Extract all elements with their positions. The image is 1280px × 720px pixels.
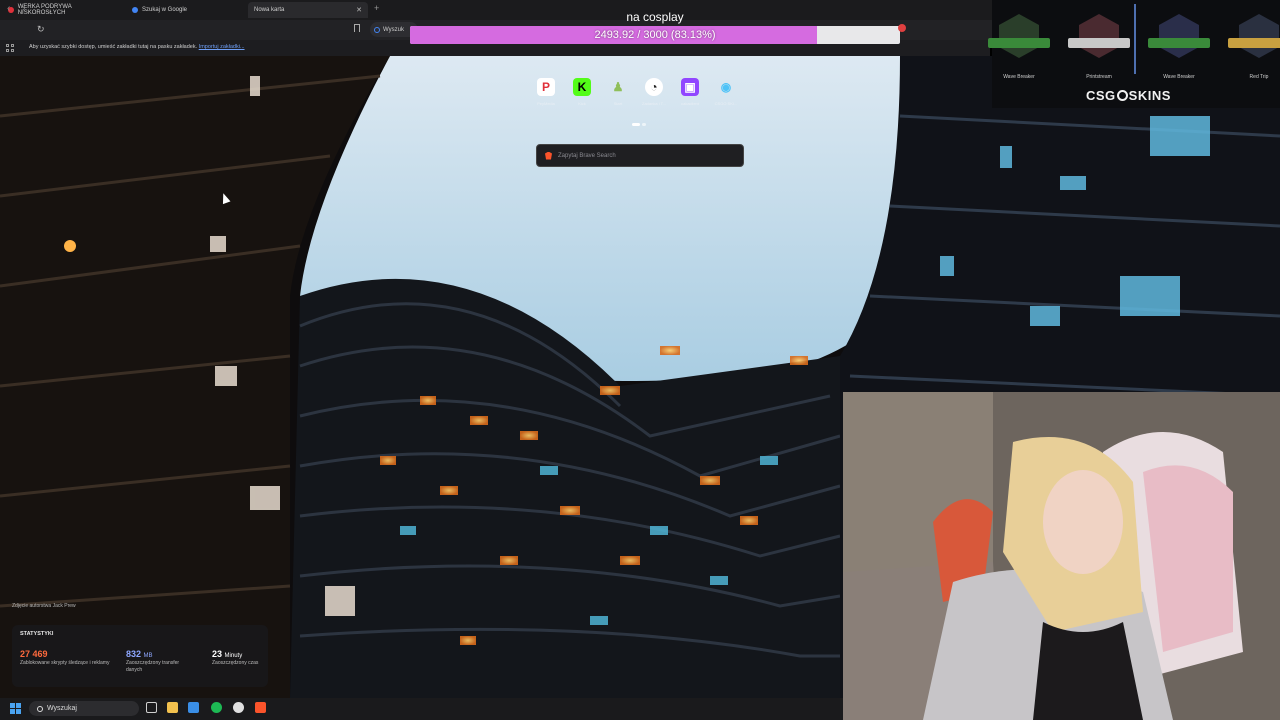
stat-bandwidth-saved: 832 MB Zaoszczędzony transfer danych (126, 649, 196, 674)
tab-new-tab[interactable]: Nowa karta ✕ (248, 2, 368, 18)
plus-icon[interactable]: + (374, 3, 379, 13)
logo-gear-icon (1116, 90, 1128, 101)
brave-icon[interactable] (255, 702, 266, 713)
close-tab-icon[interactable]: ✕ (356, 6, 362, 14)
address-bar-text: Wyszuk (383, 26, 404, 33)
windows-start-icon[interactable] (10, 703, 21, 714)
shortcut-twitch[interactable]: ▣ cakaclient (678, 78, 702, 106)
stat-value: 23 Minuty (212, 649, 243, 659)
skin-hex-frame (1079, 14, 1119, 58)
taskbar-search-label: Wyszukaj (47, 705, 77, 712)
webcam-feed (843, 392, 1280, 720)
shortcut-label: Zadanka i T... (642, 101, 666, 106)
stat-label: Zablokowane skrypty śledzące i reklamy (20, 660, 110, 666)
skin-hex-frame (999, 14, 1039, 58)
bookmark-icon[interactable] (354, 24, 360, 32)
skins-divider (1134, 4, 1136, 74)
webcam-image (843, 392, 1280, 720)
shortcut-zadanka[interactable]: ◔ Zadanka i T... (642, 78, 666, 106)
shortcut-label: CSGO SKI... (714, 101, 738, 106)
shortcut-peymedia[interactable]: P PeyMedia (534, 78, 558, 106)
stat-label: Zaoszczędzony czas (212, 660, 259, 666)
stat-value: 27 469 (20, 649, 48, 659)
skin-hex-frame (1239, 14, 1279, 58)
import-bookmarks-link[interactable]: Importuj zakładki... (199, 44, 245, 50)
skin-card: Printstream (1064, 14, 1134, 80)
shortcut-start[interactable]: ♟ Start (606, 78, 630, 106)
shortcut-label: Kick (578, 101, 586, 106)
search-placeholder: Zapytaj Brave Search (558, 152, 616, 159)
notification-dot-icon (898, 24, 906, 32)
csgoskins-overlay: Wave Breaker Printstream Wave Breaker Re… (988, 0, 1280, 108)
shortcut-label: PeyMedia (537, 101, 555, 106)
skin-name: Wave Breaker (1003, 74, 1035, 80)
shortcuts-pager[interactable] (632, 123, 646, 126)
back-icon[interactable]: ‹ (7, 3, 10, 14)
p90-gun-icon (988, 38, 1050, 48)
tab-title: Szukaj w Google (142, 7, 188, 13)
spotify-icon[interactable] (211, 702, 222, 713)
stat-value: 832 MB (126, 649, 153, 659)
awp-gun-icon (1068, 38, 1130, 48)
stat-label: Zaoszczędzony transfer danych (126, 660, 180, 673)
goal-progress-bar: 2493.92 / 3000 (83.13%) (410, 26, 900, 44)
skin-name: Red Trip (1249, 74, 1269, 80)
skin-card: Wave Breaker (1144, 14, 1214, 80)
photo-credit[interactable]: Zdjęcie autorstwa Jack Prew (12, 603, 76, 609)
bookmarks-hint: Aby uzyskać szybki dostęp, umieść zakład… (29, 44, 245, 50)
csgoskins-icon: ◉ (720, 80, 732, 94)
apps-grid-icon[interactable] (6, 44, 14, 52)
shortcut-label: cakaclient (681, 101, 699, 106)
tab-title: Nowa karta (254, 7, 285, 13)
tab-title: WERKA PODRYWA NISKOROSŁYCH (17, 4, 72, 16)
file-explorer-icon[interactable] (167, 702, 178, 713)
store-icon[interactable] (188, 702, 199, 713)
google-favicon-icon (132, 7, 138, 13)
chrome-icon[interactable] (233, 702, 244, 713)
tab-google[interactable]: Szukaj w Google (126, 2, 246, 18)
kick-icon: K (573, 78, 591, 96)
p90-gun-icon (1228, 38, 1280, 48)
taskbar-search[interactable]: Wyszukaj (29, 701, 139, 716)
p90-gun-icon (1148, 38, 1210, 48)
search-icon (37, 705, 43, 712)
skin-card: Red Trip (1224, 14, 1280, 80)
clock-icon: ◔ (645, 78, 663, 96)
skin-card: Wave Breaker (984, 14, 1054, 80)
twitch-icon: ▣ (681, 78, 699, 96)
reload-icon[interactable]: ↻ (37, 24, 45, 35)
stats-title: STATYSTYKI (20, 631, 54, 637)
shortcut-label: Start (613, 101, 623, 106)
bookmarks-hint-text: Aby uzyskać szybki dostęp, umieść zakład… (29, 44, 198, 50)
stats-widget: STATYSTYKI 27 469 Zablokowane skrypty śl… (12, 625, 268, 687)
goal-progress-text: 2493.92 / 3000 (83.13%) (594, 29, 716, 41)
shortcut-kick[interactable]: K Kick (570, 78, 594, 106)
stat-time-saved: 23 Minuty Zaoszczędzony czas (212, 649, 264, 667)
brave-search-input[interactable]: Zapytaj Brave Search (536, 144, 744, 167)
skin-name: Wave Breaker (1163, 74, 1195, 80)
google-icon (374, 26, 380, 33)
csgoskins-logo: CSG SKINS (1086, 88, 1171, 103)
brave-lion-icon (545, 151, 552, 160)
goal-title: na cosplay (626, 10, 684, 24)
forward-icon[interactable]: › (22, 3, 25, 14)
chess-pawn-icon: ♟ (612, 80, 624, 94)
shortcut-csgoskins[interactable]: ◉ CSGO SKI... (714, 78, 738, 106)
peymedia-icon: P (537, 78, 555, 96)
skin-name: Printstream (1086, 74, 1112, 80)
top-sites: P PeyMedia K Kick ♟ Start ◔ Zadanka i T.… (534, 78, 738, 106)
tab-werka[interactable]: WERKA PODRYWA NISKOROSŁYCH (2, 2, 122, 18)
task-view-icon[interactable] (146, 702, 157, 713)
stat-trackers-blocked: 27 469 Zablokowane skrypty śledzące i re… (20, 649, 110, 667)
skin-hex-frame (1159, 14, 1199, 58)
